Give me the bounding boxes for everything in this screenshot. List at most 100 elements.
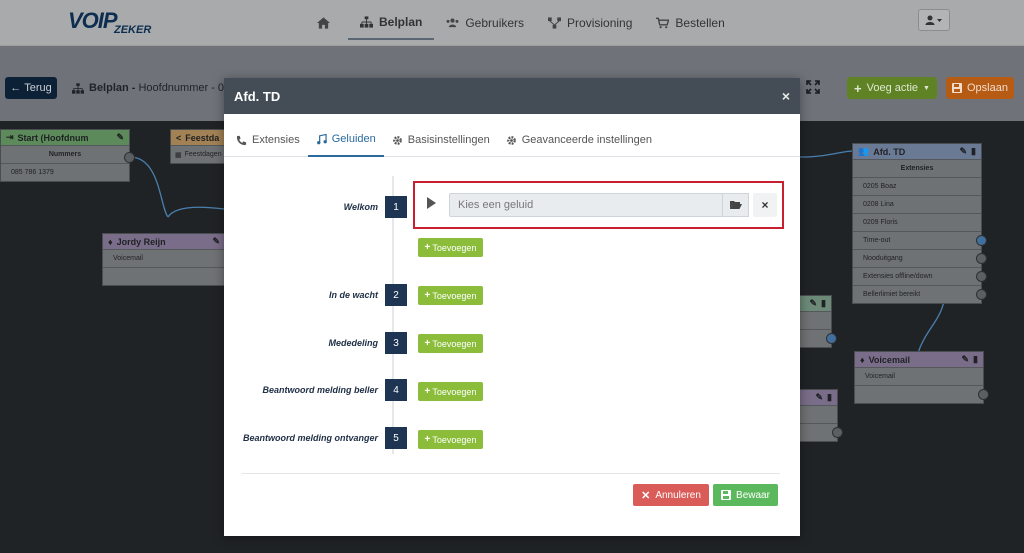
edit-icon[interactable]: ✎ bbox=[116, 132, 124, 143]
node-row: Voicemail bbox=[103, 249, 225, 267]
node-row: Bellerlimiet bereikt bbox=[853, 285, 987, 303]
play-icon[interactable] bbox=[427, 197, 436, 209]
close-icon[interactable]: × bbox=[782, 88, 790, 104]
flow-node-feestdagen[interactable]: < Feestda ▦ Feestdagen bbox=[170, 129, 226, 164]
node-row: 085 786 1379 bbox=[1, 152, 135, 181]
nav-item-gebruikers[interactable]: Gebruikers bbox=[434, 6, 536, 40]
plus-icon: + bbox=[424, 386, 431, 397]
node-row bbox=[103, 267, 225, 285]
step-number: 5 bbox=[385, 427, 407, 449]
node-row: ▦ Feestdagen bbox=[171, 145, 225, 163]
nav-item-belplan[interactable]: Belplan bbox=[348, 6, 435, 40]
microphone-icon: ♦ bbox=[860, 354, 865, 365]
users-icon: 👥 bbox=[858, 146, 870, 156]
step-label-mededeling: Mededeling bbox=[328, 338, 378, 348]
node-port[interactable] bbox=[976, 235, 987, 246]
plus-icon: + bbox=[854, 80, 862, 96]
browse-sound-button[interactable] bbox=[722, 193, 749, 217]
step-label-in-de-wacht: In de wacht bbox=[328, 290, 378, 300]
nav-item-gebruikers-label: Gebruikers bbox=[465, 16, 525, 30]
node-row: 0209 Floris bbox=[853, 213, 981, 231]
step-label-welkom: Welkom bbox=[343, 202, 378, 212]
home-icon bbox=[317, 17, 330, 29]
edit-icon[interactable]: ✎ bbox=[212, 236, 220, 247]
add-sound-button[interactable]: + Toevoegen bbox=[418, 334, 483, 353]
phone-icon bbox=[236, 135, 247, 145]
modal-header: Afd. TD × bbox=[224, 78, 800, 114]
node-row: Nooduitgang bbox=[853, 249, 987, 267]
cancel-button[interactable]: ✕ Annuleren bbox=[633, 484, 709, 506]
node-port[interactable] bbox=[976, 253, 987, 264]
edit-icon[interactable]: ✎ bbox=[962, 354, 970, 365]
caret-down-icon: ▼ bbox=[923, 84, 930, 92]
nav-item-belplan-label: Belplan bbox=[379, 15, 423, 29]
plus-icon: + bbox=[424, 338, 431, 349]
node-title: Voicemail bbox=[868, 354, 910, 365]
node-port[interactable] bbox=[832, 427, 843, 438]
node-port[interactable] bbox=[124, 152, 135, 163]
nav-item-home[interactable] bbox=[305, 6, 348, 40]
tab-basisinstellingen[interactable]: Basisinstellingen bbox=[384, 123, 498, 157]
expand-icon[interactable] bbox=[806, 80, 820, 94]
node-title: Start (Hoofdnum bbox=[17, 132, 89, 143]
nav-item-provisioning-label: Provisioning bbox=[567, 16, 633, 30]
close-icon: × bbox=[761, 198, 769, 212]
edit-icon[interactable]: ✎ bbox=[960, 146, 968, 157]
step-number: 3 bbox=[385, 332, 407, 354]
save-icon bbox=[721, 490, 732, 500]
add-action-button[interactable]: + Voeg actie ▼ bbox=[847, 77, 937, 99]
back-button-label: Terug bbox=[24, 82, 52, 94]
tab-label: Geluiden bbox=[331, 133, 376, 145]
tab-label: Extensies bbox=[252, 134, 300, 146]
add-sound-label: Toevoegen bbox=[432, 386, 477, 397]
node-port[interactable] bbox=[976, 289, 987, 300]
step-number: 1 bbox=[385, 196, 407, 218]
cart-icon bbox=[656, 17, 670, 29]
logo[interactable]: VOIP ZEKER bbox=[68, 8, 158, 36]
save-plan-button[interactable]: Opslaan bbox=[946, 77, 1014, 99]
flow-node-afd-td[interactable]: 👥 Afd. TD ✎ ▮ Extensies 0205 Boaz 0208 L… bbox=[852, 143, 987, 304]
users-icon bbox=[446, 18, 459, 28]
node-row bbox=[855, 385, 989, 403]
trash-icon[interactable]: ▮ bbox=[821, 298, 826, 309]
trash-icon[interactable]: ▮ bbox=[827, 392, 832, 403]
user-menu-button[interactable] bbox=[918, 9, 950, 31]
tab-geluiden[interactable]: Geluiden bbox=[307, 123, 384, 157]
nav-item-provisioning[interactable]: Provisioning bbox=[536, 6, 644, 40]
edit-icon[interactable]: ✎ bbox=[810, 298, 818, 309]
save-icon bbox=[952, 83, 962, 93]
trash-icon[interactable]: ▮ bbox=[971, 146, 976, 157]
trash-icon[interactable]: ▮ bbox=[973, 354, 978, 365]
modal-footer-divider bbox=[242, 473, 780, 474]
add-sound-label: Toevoegen bbox=[432, 290, 477, 301]
nav-item-bestellen[interactable]: Bestellen bbox=[644, 6, 736, 40]
add-sound-button[interactable]: + Toevoegen bbox=[418, 238, 483, 257]
node-port[interactable] bbox=[826, 333, 837, 344]
node-title: Afd. TD bbox=[873, 146, 906, 157]
step-label-beantwoord-melding-ontvanger: Beantwoord melding ontvanger bbox=[242, 433, 378, 443]
add-sound-button[interactable]: + Toevoegen bbox=[418, 382, 483, 401]
save-button[interactable]: Bewaar bbox=[713, 484, 778, 506]
user-icon bbox=[925, 15, 942, 25]
flow-node-jordy[interactable]: ♦ Jordy Reijn ✎ Voicemail bbox=[102, 233, 226, 286]
node-row: Extensies offline/down bbox=[853, 267, 987, 285]
node-port[interactable] bbox=[976, 271, 987, 282]
sitemap-icon bbox=[72, 82, 84, 94]
edit-icon[interactable]: ✎ bbox=[816, 392, 824, 403]
add-sound-button[interactable]: + Toevoegen bbox=[418, 286, 483, 305]
tab-extensies[interactable]: Extensies bbox=[228, 123, 308, 157]
add-sound-button[interactable]: + Toevoegen bbox=[418, 430, 483, 449]
node-port[interactable] bbox=[978, 389, 989, 400]
node-row: Time-out bbox=[853, 231, 987, 249]
logo-sub: ZEKER bbox=[114, 24, 152, 36]
network-icon bbox=[548, 17, 562, 29]
flow-node-voicemail[interactable]: ♦ Voicemail ✎ ▮ Voicemail bbox=[854, 351, 989, 404]
tab-label: Geavanceerde instellingen bbox=[521, 134, 652, 146]
tab-geavanceerde-instellingen[interactable]: Geavanceerde instellingen bbox=[498, 123, 660, 157]
sound-input[interactable]: Kies een geluid bbox=[449, 193, 723, 217]
logo-main: VOIP bbox=[68, 8, 118, 33]
flow-node-start[interactable]: ⇥ Start (Hoofdnum ✎ Nummers 085 786 1379 bbox=[0, 129, 135, 182]
remove-sound-button[interactable]: × bbox=[753, 193, 777, 217]
nav-item-bestellen-label: Bestellen bbox=[675, 16, 725, 30]
back-button[interactable]: ← Terug bbox=[5, 77, 57, 99]
